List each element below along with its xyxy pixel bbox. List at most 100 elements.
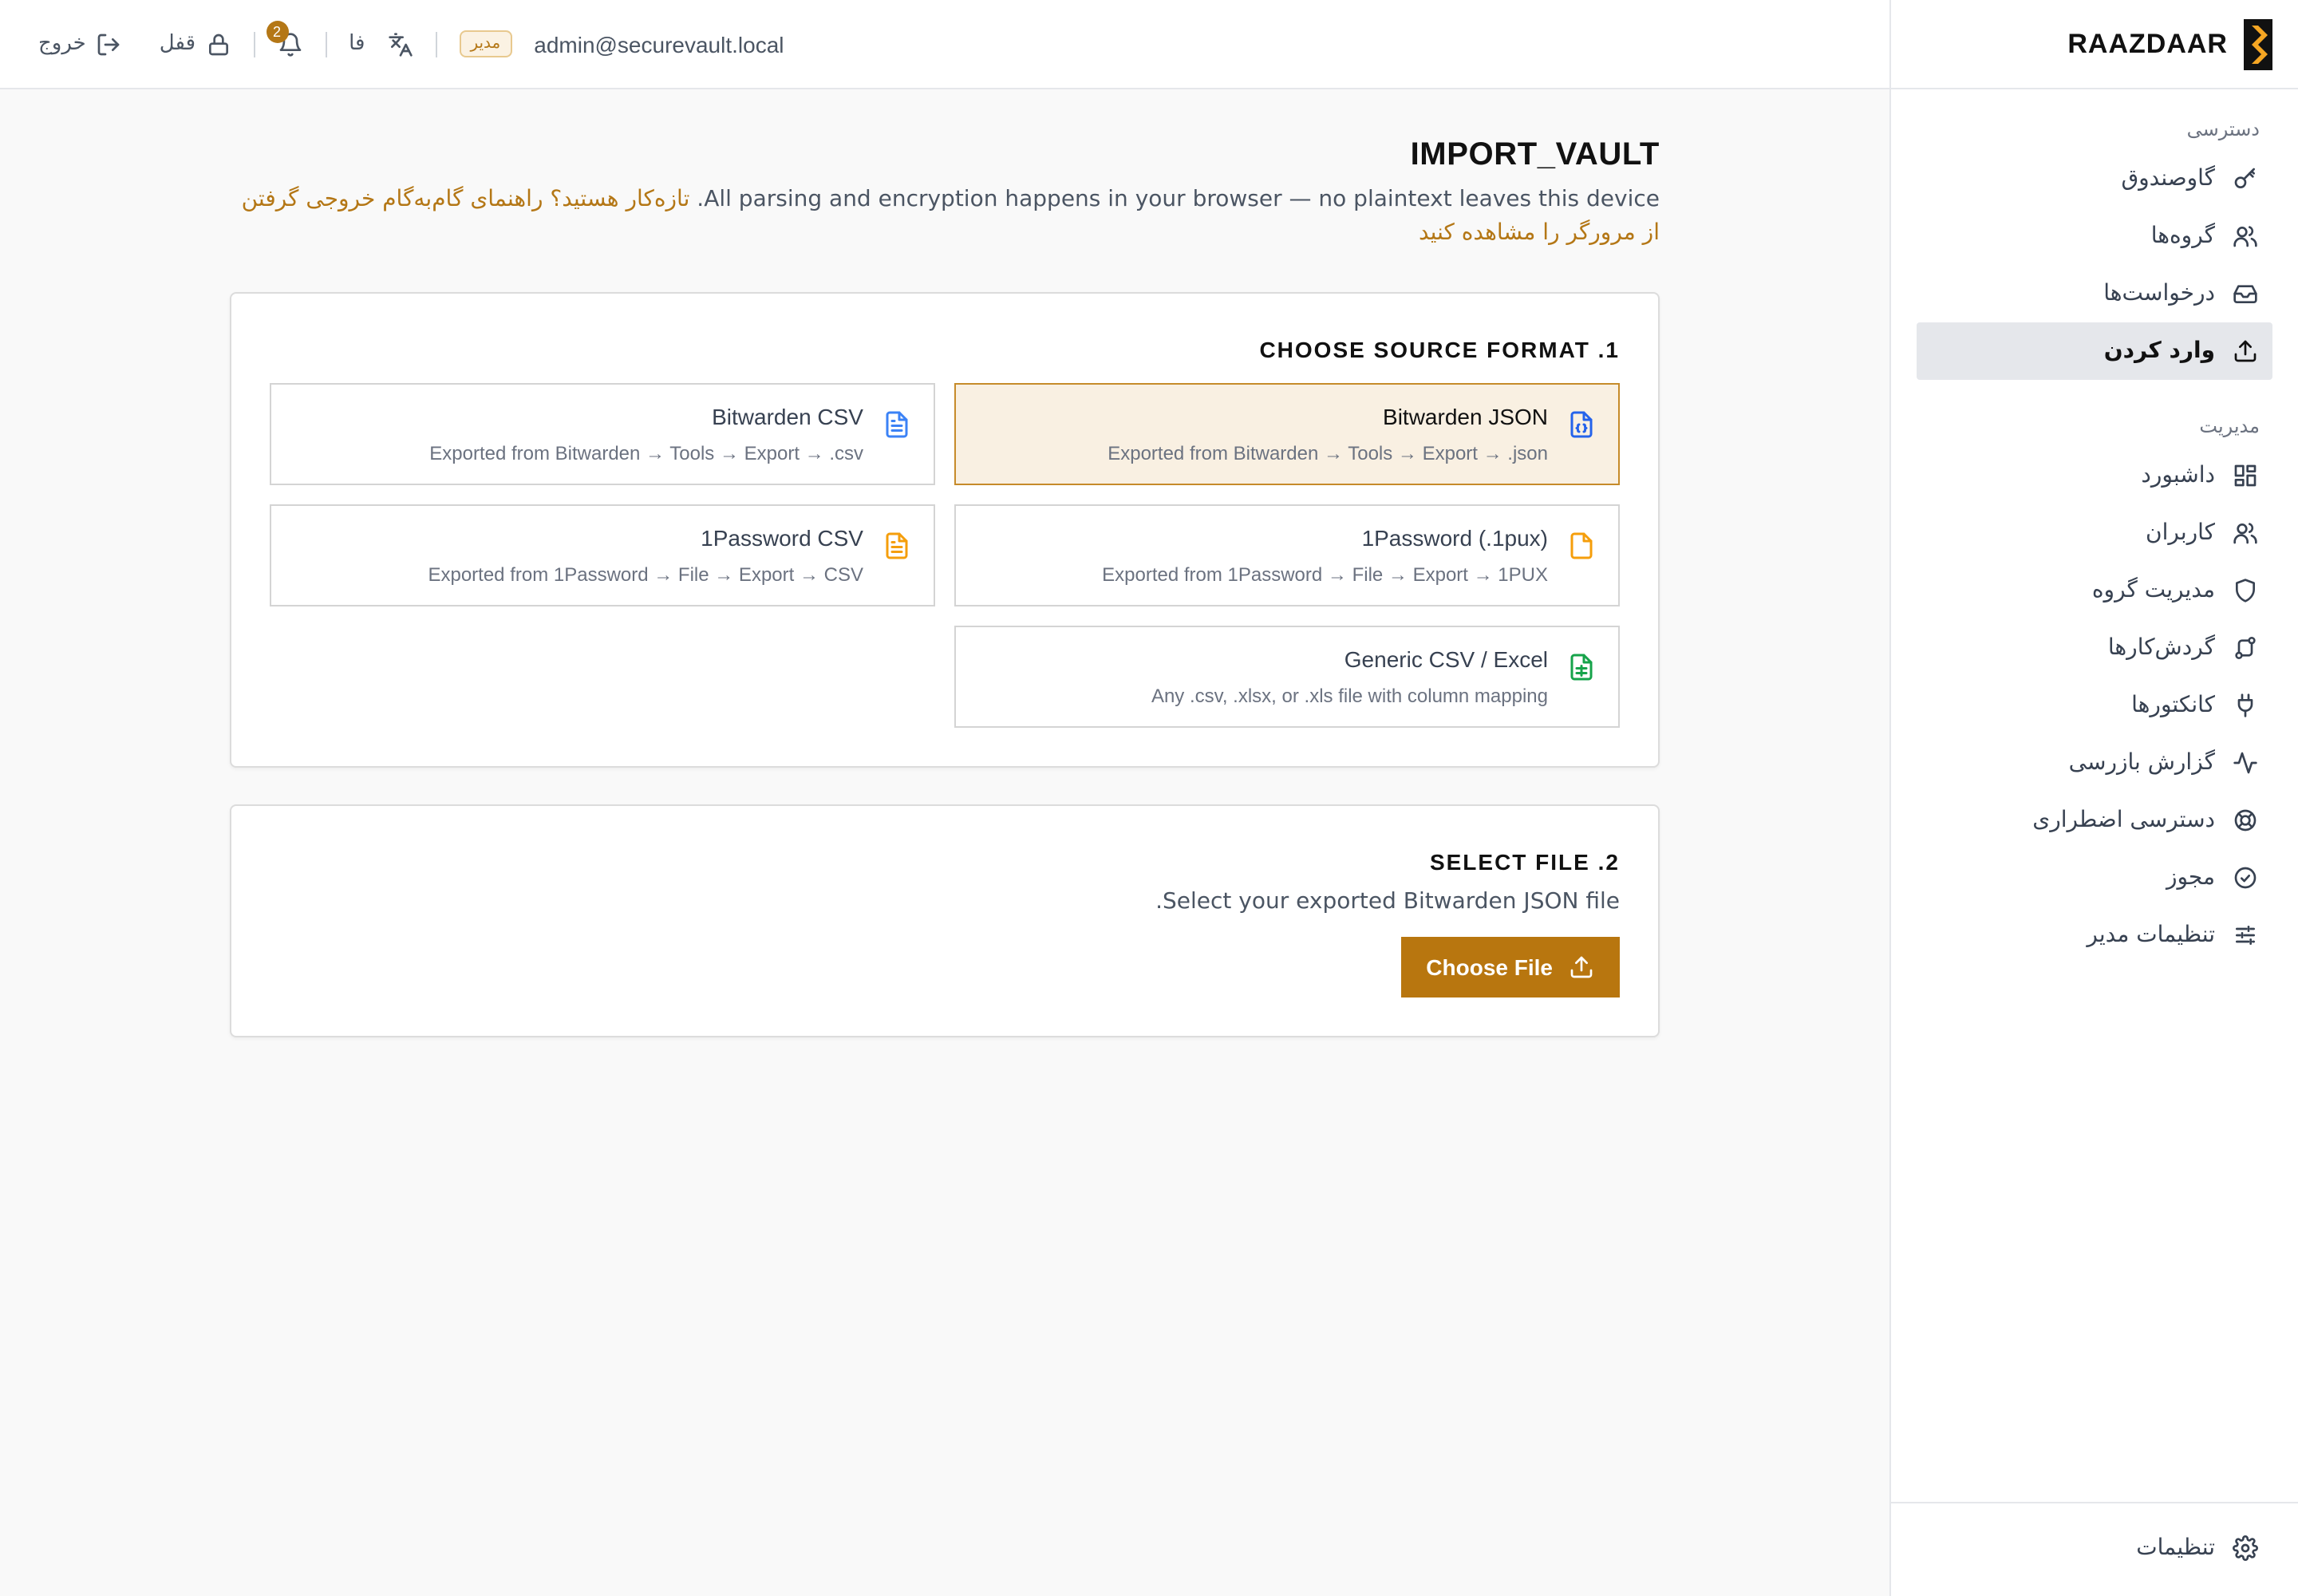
choose-file-button[interactable]: Choose File [1400, 937, 1620, 998]
sidebar-item-settings[interactable]: تنظیمات [1917, 1519, 2272, 1577]
format-option-bitwarden-json[interactable]: Bitwarden JSON Exported from Bitwarden →… [954, 383, 1620, 485]
lock-label: قفل [159, 32, 196, 56]
page-title: IMPORT_VAULT [1410, 137, 1660, 172]
sidebar-item-import[interactable]: وارد کردن [1917, 322, 2272, 380]
sidebar-item-label: مجوز [2166, 865, 2215, 891]
brand-name: RAAZDAAR [2067, 28, 2228, 58]
inbox-icon [2231, 279, 2260, 308]
logout-icon [97, 33, 120, 55]
format-option-bitwarden-csv[interactable]: Bitwarden CSV Exported from Bitwarden → … [270, 383, 935, 485]
file-icon [1570, 532, 1593, 559]
notification-count-badge: 2 [266, 20, 289, 42]
users-icon [2231, 519, 2260, 547]
subtitle-text: All parsing and encryption happens in yo… [697, 187, 1660, 212]
sidebar: RAAZDAAR دسترسی گاوصندوق گروه‌ها درخواست… [1889, 0, 2298, 1596]
sidebar-item-admin-settings[interactable]: تنظیمات مدیر [1917, 907, 2272, 964]
divider [325, 31, 327, 57]
file-text-icon [886, 411, 908, 438]
sidebar-item-group-admin[interactable]: مدیریت گروه [1917, 562, 2272, 619]
workflow-icon [2231, 634, 2260, 662]
topbar-actions: خروج قفل 2 فا [38, 20, 413, 57]
notifications-button[interactable]: 2 [266, 20, 302, 57]
badge-check-icon [2231, 863, 2260, 892]
divider [253, 31, 255, 57]
shield-icon [2231, 576, 2260, 605]
users-icon [2231, 222, 2260, 251]
role-badge: مدیر [459, 30, 512, 57]
sidebar-item-label: گاوصندوق [2121, 166, 2215, 192]
choose-file-label: Choose File [1426, 954, 1553, 980]
sidebar-item-label: تنظیمات [2136, 1535, 2215, 1561]
topbar: خروج قفل 2 فا مدیر admin@securevault.loc… [0, 0, 1889, 89]
select-file-description: Select your exported Bitwarden JSON file… [1155, 889, 1620, 915]
sidebar-item-vault[interactable]: گاوصندوق [1917, 150, 2272, 207]
sidebar-item-label: کاربران [2146, 520, 2215, 546]
option-desc: Exported from Bitwarden → Tools → Export… [429, 442, 863, 464]
format-option-generic-csv-excel[interactable]: Generic CSV / Excel Any .csv, .xlsx, or … [954, 626, 1620, 728]
option-title: Bitwarden CSV [712, 404, 863, 429]
lock-icon [208, 33, 228, 55]
sidebar-item-workflows[interactable]: گردش‌کارها [1917, 619, 2272, 677]
logout-button[interactable]: خروج [38, 31, 121, 57]
sidebar-item-users[interactable]: کاربران [1917, 504, 2272, 562]
page-header: IMPORT_VAULT All parsing and encryption … [230, 137, 1660, 251]
sidebar-item-label: داشبورد [2141, 463, 2215, 488]
language-switcher[interactable]: فا [349, 31, 413, 57]
plug-icon [2231, 691, 2260, 720]
lifebuoy-icon [2231, 806, 2260, 835]
sidebar-item-dashboard[interactable]: داشبورد [1917, 447, 2272, 504]
option-title: Bitwarden JSON [1383, 404, 1548, 429]
main-content: IMPORT_VAULT All parsing and encryption … [0, 89, 1889, 1596]
language-label: فا [349, 32, 365, 56]
sidebar-footer: تنظیمات [1891, 1502, 2298, 1596]
option-title: 1Password (.1pux) [1361, 525, 1548, 551]
sidebar-item-connectors[interactable]: کانکتورها [1917, 677, 2272, 734]
sliders-icon [2231, 921, 2260, 950]
sidebar-item-label: کانکتورها [2131, 693, 2215, 718]
sidebar-item-requests[interactable]: درخواست‌ها [1917, 265, 2272, 322]
sidebar-item-groups[interactable]: گروه‌ها [1917, 207, 2272, 265]
nav-section-access: دسترسی [2186, 118, 2260, 140]
sidebar-item-license[interactable]: مجوز [1917, 849, 2272, 907]
lock-button[interactable]: قفل [160, 31, 231, 57]
option-title: 1Password CSV [701, 525, 863, 551]
nav-section-admin: مدیریت [2199, 415, 2260, 437]
source-format-card: 1. CHOOSE SOURCE FORMAT Bitwarden JSON E… [230, 292, 1660, 768]
brand-logo-icon [2244, 18, 2272, 69]
gear-icon [2231, 1534, 2260, 1562]
logout-label: خروج [38, 32, 86, 56]
sidebar-item-emergency-access[interactable]: دسترسی اضطراری [1917, 792, 2272, 849]
select-file-card: 2. SELECT FILE Select your exported Bitw… [230, 804, 1660, 1037]
dashboard-icon [2231, 461, 2260, 490]
file-spreadsheet-icon [1570, 654, 1593, 681]
format-option-1password-1pux[interactable]: 1Password (.1pux) Exported from 1Passwor… [954, 504, 1620, 606]
option-title: Generic CSV / Excel [1344, 646, 1548, 672]
key-icon [2231, 164, 2260, 193]
sidebar-item-label: مدیریت گروه [2091, 578, 2215, 603]
option-desc: Any .csv, .xlsx, or .xls file with colum… [1151, 685, 1548, 707]
sidebar-item-label: گروه‌ها [2150, 223, 2215, 249]
file-json-icon [1570, 411, 1593, 438]
upload-icon [1570, 956, 1593, 978]
divider [435, 31, 437, 57]
brand[interactable]: RAAZDAAR [1891, 0, 2298, 89]
translate-icon [388, 32, 413, 56]
upload-icon [2231, 337, 2260, 365]
page-subtitle: All parsing and encryption happens in yo… [230, 184, 1660, 251]
activity-icon [2231, 749, 2260, 777]
option-desc: Exported from 1Password → File → Export … [1102, 563, 1548, 586]
sidebar-item-label: وارد کردن [2103, 338, 2215, 364]
topbar-user: مدیر admin@securevault.local [435, 30, 784, 57]
format-option-1password-csv[interactable]: 1Password CSV Exported from 1Password → … [270, 504, 935, 606]
option-desc: Exported from 1Password → File → Export … [428, 563, 863, 586]
sidebar-item-label: دسترسی اضطراری [2032, 808, 2215, 833]
sidebar-item-label: گزارش بازرسی [2068, 750, 2215, 776]
sidebar-item-label: گردش‌کارها [2107, 635, 2215, 661]
step1-title: 1. CHOOSE SOURCE FORMAT [1259, 337, 1620, 362]
step2-title: 2. SELECT FILE [1429, 849, 1620, 875]
sidebar-item-label: تنظیمات مدیر [2087, 922, 2215, 948]
user-email[interactable]: admin@securevault.local [534, 31, 784, 57]
option-desc: Exported from Bitwarden → Tools → Export… [1108, 442, 1548, 464]
sidebar-item-audit-log[interactable]: گزارش بازرسی [1917, 734, 2272, 792]
sidebar-item-label: درخواست‌ها [2103, 281, 2215, 306]
